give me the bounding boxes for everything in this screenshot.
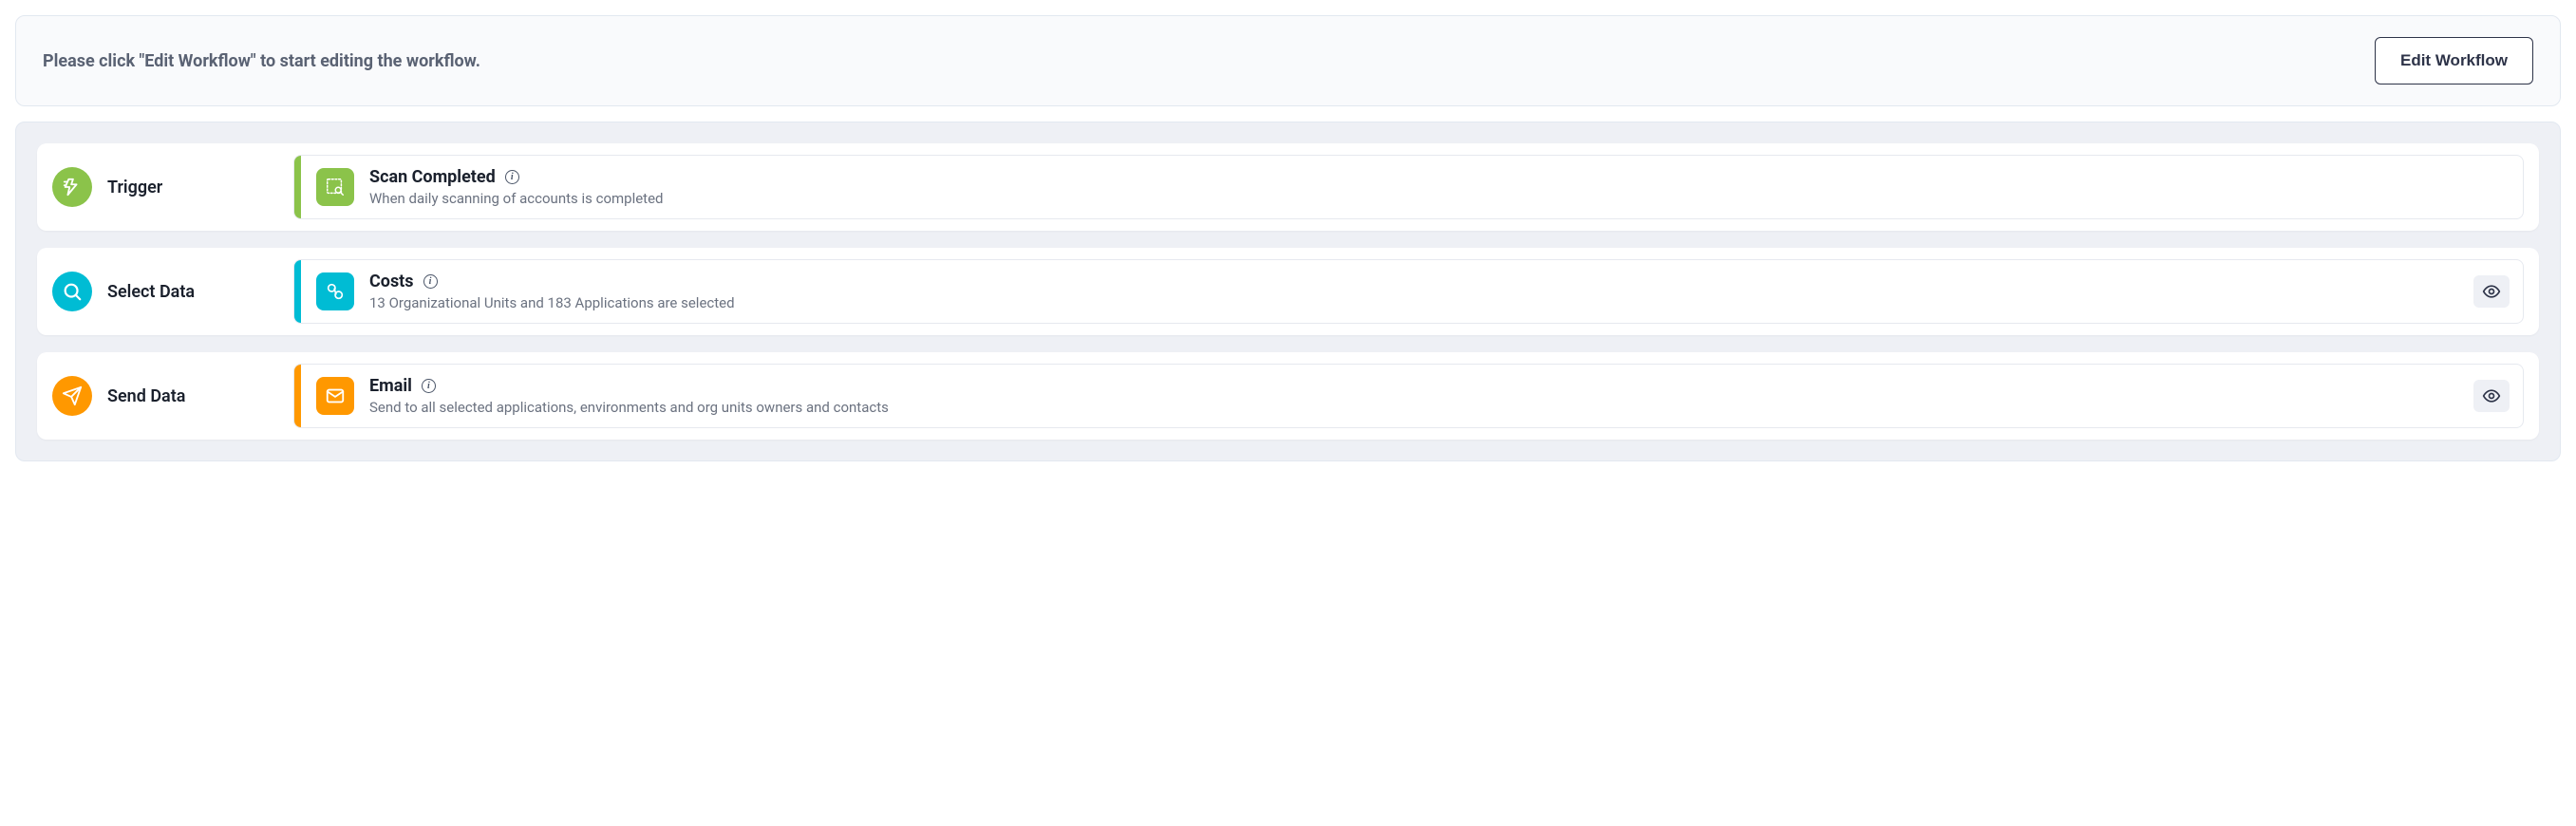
search-icon: [52, 272, 92, 311]
select-data-card[interactable]: Costs 13 Organizational Units and 183 Ap…: [293, 259, 2524, 324]
card-body: Email Send to all selected applications,…: [301, 365, 2473, 427]
info-icon[interactable]: [423, 274, 438, 289]
step-row-select-data: Select Data Costs 13 Organizati: [37, 248, 2539, 335]
send-data-card[interactable]: Email Send to all selected applications,…: [293, 364, 2524, 428]
card-title: Scan Completed: [369, 167, 496, 187]
step-title-trigger: Trigger: [107, 178, 162, 197]
step-label-trigger: Trigger: [48, 155, 273, 219]
workflow-container: Trigger Scan Completed When dai: [15, 122, 2561, 461]
card-description: 13 Organizational Units and 183 Applicat…: [369, 294, 735, 311]
card-description: When daily scanning of accounts is compl…: [369, 190, 664, 207]
step-row-send-data: Send Data Email Send to all selected app…: [37, 352, 2539, 440]
info-icon[interactable]: [422, 379, 436, 393]
card-title: Email: [369, 376, 412, 396]
step-title-select-data: Select Data: [107, 282, 195, 302]
scan-icon: [316, 168, 354, 206]
preview-button[interactable]: [2473, 380, 2510, 412]
trigger-icon: [52, 167, 92, 207]
accent-bar: [294, 365, 301, 427]
info-icon[interactable]: [505, 170, 519, 184]
banner-text: Please click "Edit Workflow" to start ed…: [43, 51, 480, 71]
card-text: Costs 13 Organizational Units and 183 Ap…: [369, 272, 735, 311]
card-title-row: Email: [369, 376, 889, 396]
accent-bar: [294, 156, 301, 218]
preview-button[interactable]: [2473, 275, 2510, 308]
card-title-row: Costs: [369, 272, 735, 291]
card-title: Costs: [369, 272, 414, 291]
card-title-row: Scan Completed: [369, 167, 664, 187]
card-text: Scan Completed When daily scanning of ac…: [369, 167, 664, 207]
email-icon: [316, 377, 354, 415]
send-icon: [52, 376, 92, 416]
step-row-trigger: Trigger Scan Completed When dai: [37, 143, 2539, 231]
card-body: Costs 13 Organizational Units and 183 Ap…: [301, 260, 2473, 323]
eye-icon: [2482, 386, 2501, 405]
eye-icon: [2482, 282, 2501, 301]
card-body: Scan Completed When daily scanning of ac…: [301, 156, 2523, 218]
accent-bar: [294, 260, 301, 323]
step-label-select-data: Select Data: [48, 259, 273, 324]
card-text: Email Send to all selected applications,…: [369, 376, 889, 416]
edit-workflow-button[interactable]: Edit Workflow: [2375, 37, 2533, 84]
costs-icon: [316, 272, 354, 310]
card-description: Send to all selected applications, envir…: [369, 399, 889, 416]
trigger-card[interactable]: Scan Completed When daily scanning of ac…: [293, 155, 2524, 219]
edit-banner: Please click "Edit Workflow" to start ed…: [15, 15, 2561, 106]
step-title-send-data: Send Data: [107, 386, 185, 406]
step-label-send-data: Send Data: [48, 364, 273, 428]
